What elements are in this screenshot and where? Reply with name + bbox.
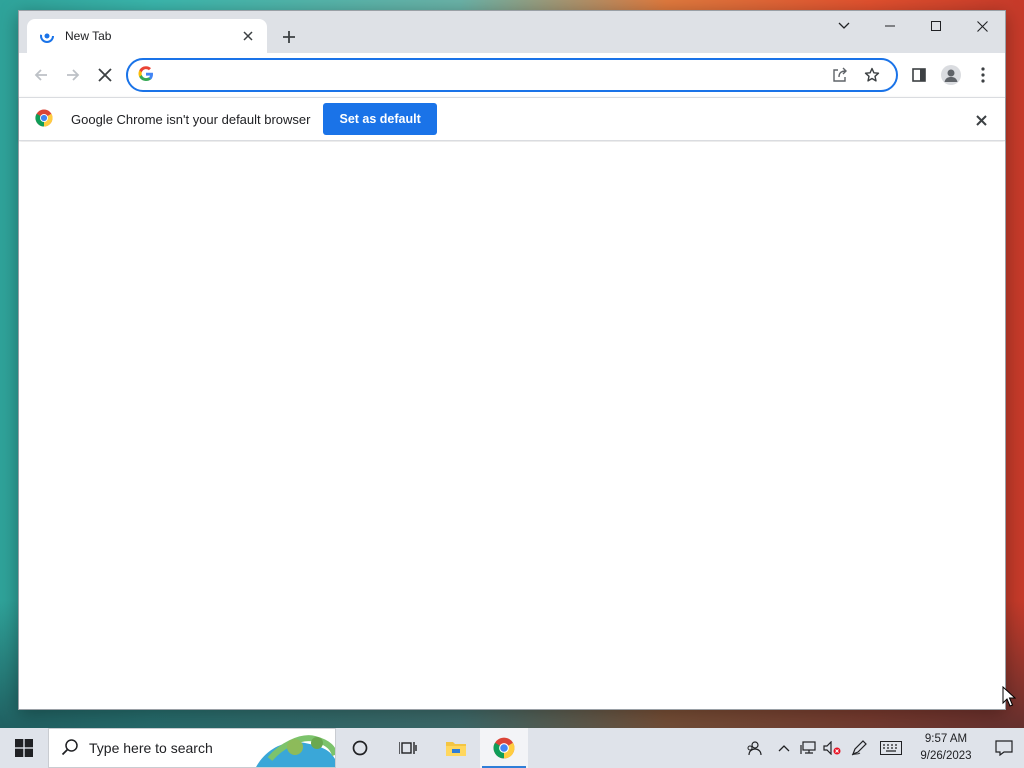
action-center-button[interactable] bbox=[984, 728, 1024, 768]
system-tray: 9:57 AM 9/26/2023 bbox=[736, 728, 1024, 768]
search-highlight-illustration bbox=[256, 735, 335, 767]
address-bar[interactable] bbox=[126, 58, 898, 92]
show-hidden-icons-chevron-icon[interactable] bbox=[772, 728, 796, 768]
close-window-button[interactable] bbox=[959, 11, 1005, 41]
cortana-icon bbox=[352, 740, 368, 756]
tab-new-tab[interactable]: New Tab bbox=[27, 19, 267, 53]
chrome-logo-icon bbox=[35, 109, 53, 130]
tab-search-button[interactable] bbox=[821, 11, 867, 41]
stop-loading-button[interactable] bbox=[89, 59, 121, 91]
folder-icon bbox=[446, 742, 466, 756]
cortana-button[interactable] bbox=[336, 728, 384, 768]
mouse-cursor-icon bbox=[1002, 686, 1016, 707]
menu-kebab-icon[interactable] bbox=[967, 59, 999, 91]
back-button[interactable] bbox=[25, 59, 57, 91]
new-tab-button[interactable] bbox=[277, 25, 301, 49]
profile-icon bbox=[941, 65, 961, 85]
share-icon[interactable] bbox=[824, 61, 856, 89]
title-bar: New Tab bbox=[19, 11, 1005, 53]
set-as-default-button[interactable]: Set as default bbox=[323, 103, 437, 135]
search-icon bbox=[61, 738, 79, 759]
loading-spinner-icon bbox=[39, 28, 55, 44]
taskbar-search-box[interactable]: Type here to search bbox=[48, 728, 336, 768]
minimize-button[interactable] bbox=[867, 11, 913, 41]
default-browser-infobar: Google Chrome isn't your default browser… bbox=[19, 97, 1005, 141]
pen-ink-icon[interactable] bbox=[844, 728, 874, 768]
clock-date: 9/26/2023 bbox=[920, 750, 972, 762]
tab-close-icon[interactable] bbox=[239, 27, 257, 45]
bookmark-star-icon[interactable] bbox=[856, 61, 888, 89]
network-icon[interactable] bbox=[796, 728, 820, 768]
file-explorer-button[interactable] bbox=[432, 728, 480, 768]
infobar-close-icon[interactable] bbox=[971, 110, 991, 130]
tab-title: New Tab bbox=[65, 29, 112, 43]
people-icon[interactable] bbox=[736, 728, 772, 768]
toolbar-right-actions bbox=[903, 59, 999, 91]
google-g-icon bbox=[138, 65, 154, 85]
start-button[interactable] bbox=[0, 728, 48, 768]
task-view-icon bbox=[399, 742, 417, 754]
chrome-taskbar-button[interactable] bbox=[480, 728, 528, 768]
search-placeholder: Type here to search bbox=[89, 740, 213, 756]
touch-keyboard-icon[interactable] bbox=[874, 728, 908, 768]
toolbar bbox=[19, 53, 1005, 97]
windows-logo-icon bbox=[15, 739, 33, 757]
maximize-button[interactable] bbox=[913, 11, 959, 41]
window-controls bbox=[821, 11, 1005, 41]
forward-button[interactable] bbox=[57, 59, 89, 91]
task-view-button[interactable] bbox=[384, 728, 432, 768]
taskbar: Type here to search 9:57 AM 9/26/2023 bbox=[0, 728, 1024, 768]
notification-icon bbox=[995, 740, 1013, 756]
volume-muted-icon[interactable] bbox=[820, 728, 844, 768]
page-content[interactable] bbox=[19, 142, 1005, 709]
omnibox-input[interactable] bbox=[164, 67, 824, 83]
clock-time: 9:57 AM bbox=[924, 733, 968, 745]
chrome-window: New Tab Google Chrome isn't your default… bbox=[18, 10, 1006, 710]
clock[interactable]: 9:57 AM 9/26/2023 bbox=[914, 731, 978, 765]
profile-avatar[interactable] bbox=[935, 59, 967, 91]
side-panel-icon[interactable] bbox=[903, 59, 935, 91]
infobar-message: Google Chrome isn't your default browser bbox=[71, 111, 311, 127]
chrome-icon bbox=[493, 737, 515, 759]
